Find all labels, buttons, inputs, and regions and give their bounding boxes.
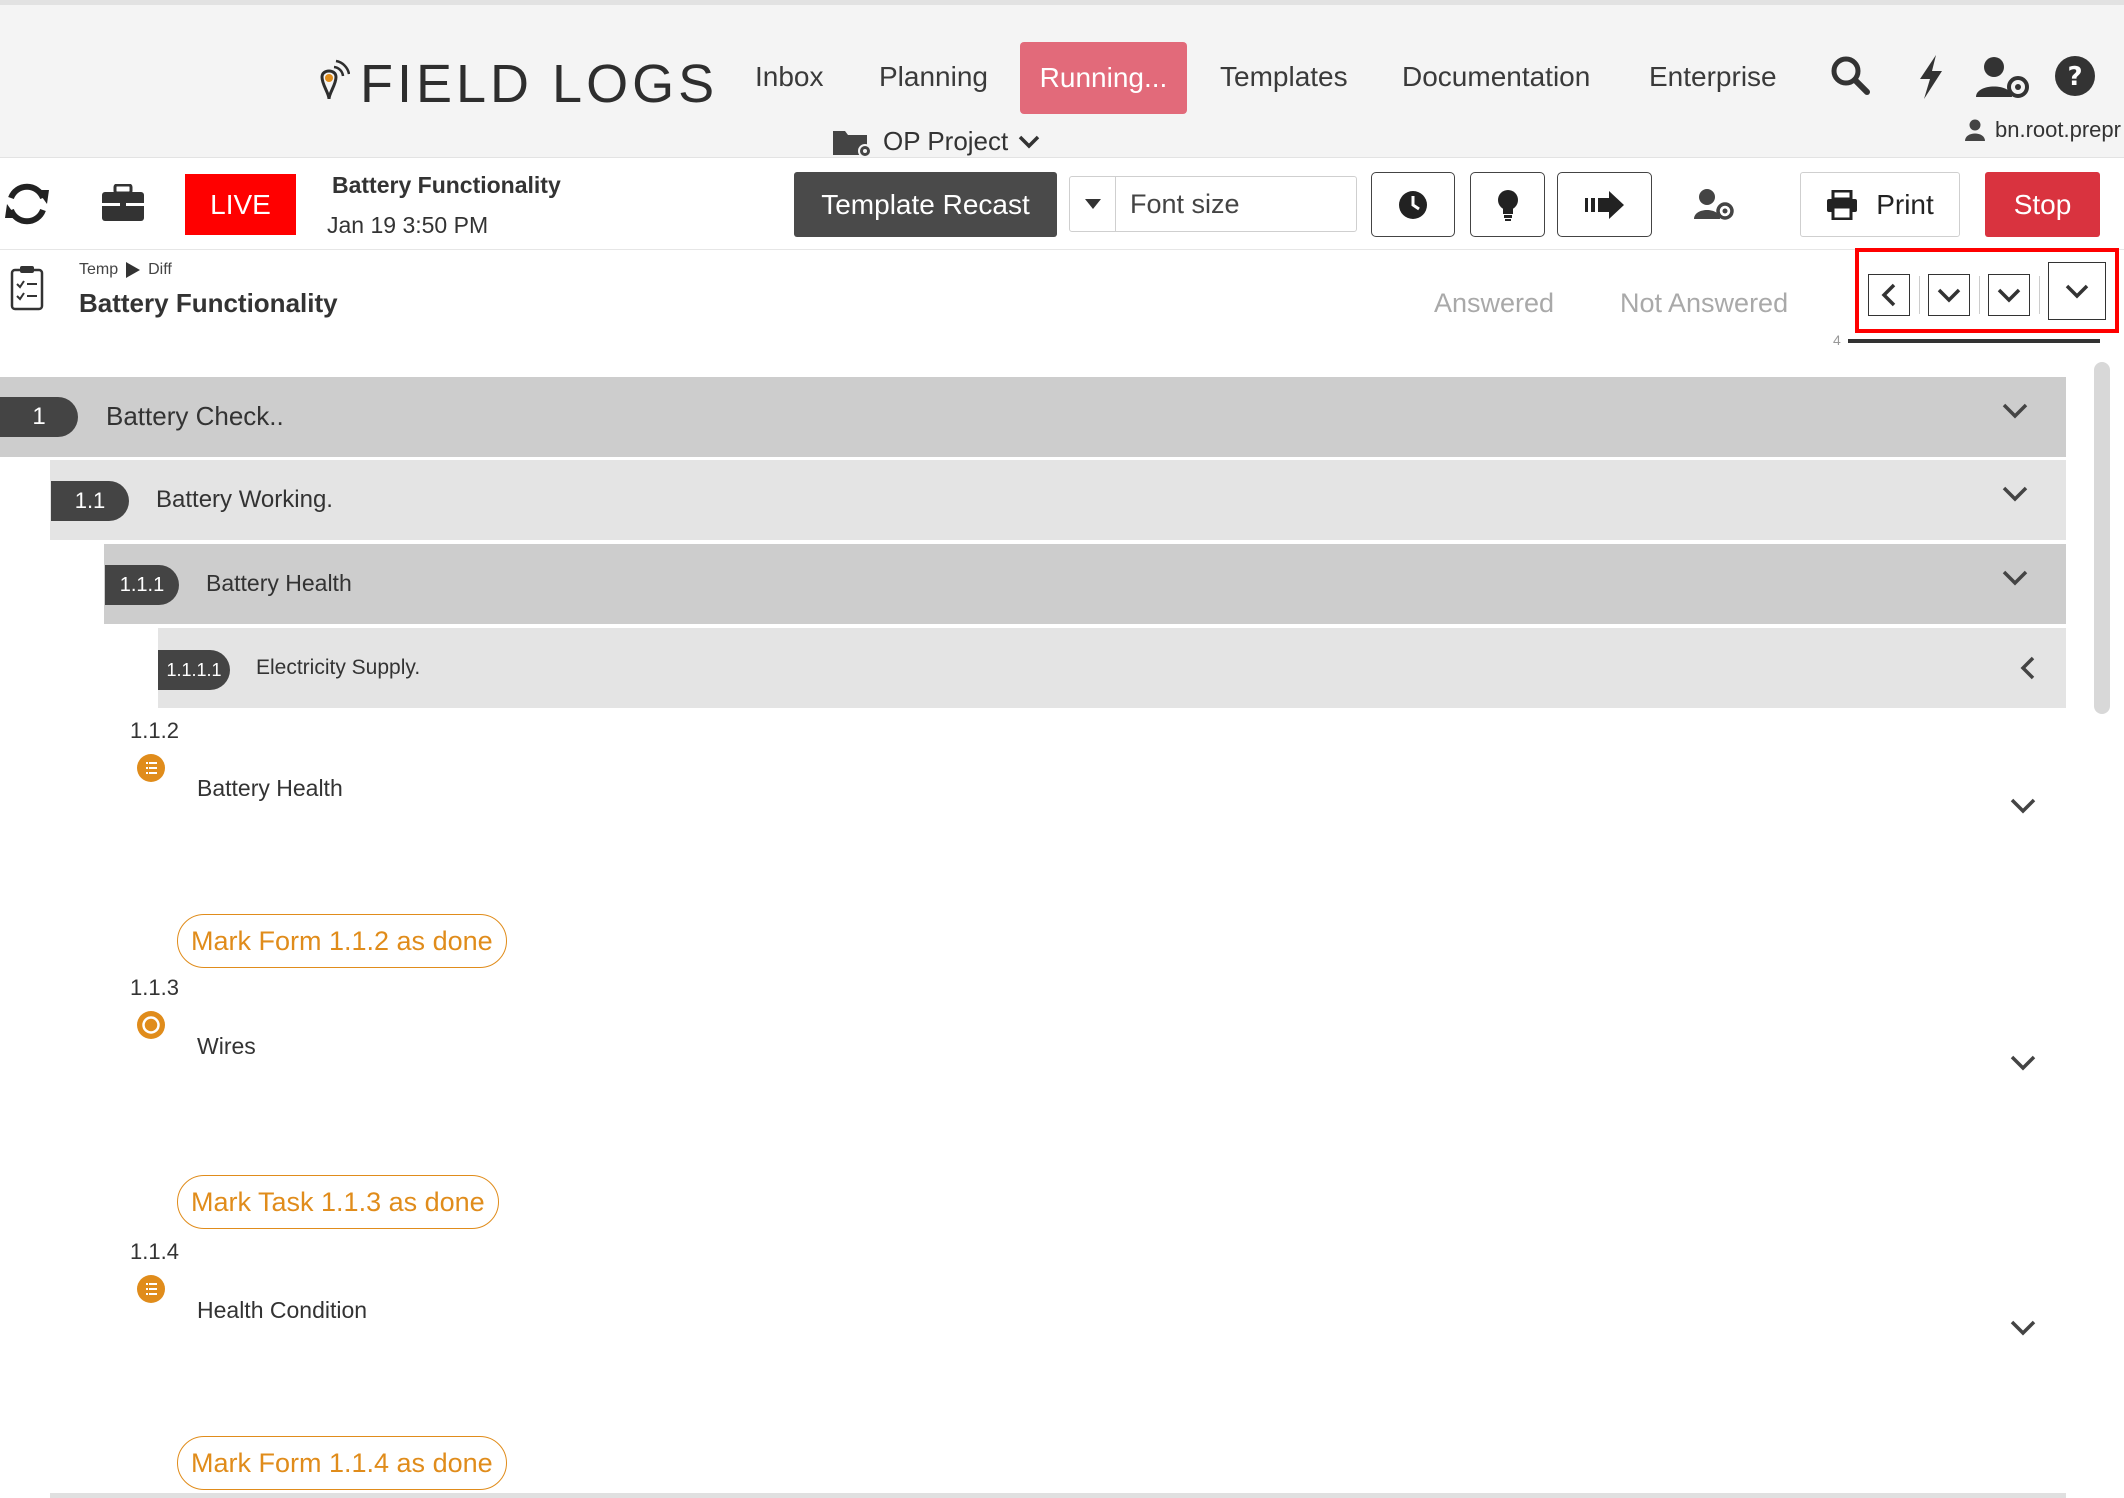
history-button[interactable] — [1371, 172, 1455, 237]
form-list-icon — [137, 754, 165, 782]
filter-answered[interactable]: Answered — [1434, 288, 1554, 319]
briefcase-icon[interactable] — [101, 184, 145, 222]
clock-icon — [1398, 190, 1428, 220]
document-title: Battery Functionality — [332, 172, 561, 198]
document-date: Jan 19 3:50 PM — [327, 212, 489, 238]
chevron-down-icon[interactable] — [2002, 403, 2028, 419]
hint-button[interactable] — [1470, 172, 1545, 237]
section-label: Battery Check.. — [106, 401, 284, 431]
filter-not-answered[interactable]: Not Answered — [1620, 288, 1788, 319]
document-toolbar: LIVE Battery Functionality Jan 19 3:50 P… — [0, 158, 2124, 250]
breadcrumb: Temp Diff — [79, 261, 172, 279]
expand-level-button[interactable] — [1988, 274, 2030, 316]
section-row[interactable]: 1 Battery Check.. — [0, 377, 2066, 457]
chevron-down-icon[interactable] — [2010, 1320, 2036, 1336]
assign-user-icon[interactable] — [1694, 188, 1734, 220]
nav-templates[interactable]: Templates — [1220, 61, 1348, 93]
breadcrumb-item[interactable]: Diff — [148, 261, 172, 279]
brand-name: FIELD LOGS — [360, 54, 719, 114]
top-navigation-bar: FIELD LOGS Inbox Planning Running... Tem… — [0, 0, 2124, 158]
nav-enterprise[interactable]: Enterprise — [1649, 61, 1777, 93]
search-icon[interactable] — [1830, 55, 1870, 95]
nav-documentation[interactable]: Documentation — [1402, 61, 1590, 93]
arrow-right-icon — [1584, 190, 1625, 219]
brand-logo[interactable]: FIELD LOGS — [310, 53, 718, 115]
live-badge: LIVE — [185, 174, 296, 235]
checklist-icon — [10, 265, 44, 311]
item-label: Wires — [197, 1033, 256, 1059]
mark-form-done-button[interactable]: Mark Form 1.1.4 as done — [177, 1436, 507, 1490]
mark-form-done-button[interactable]: Mark Form 1.1.2 as done — [177, 914, 507, 968]
section-number-badge: 1.1 — [51, 481, 129, 521]
collapse-left-button[interactable] — [1868, 274, 1910, 316]
separator — [1919, 276, 1920, 314]
project-name: OP Project — [883, 126, 1009, 156]
user-settings-icon[interactable] — [1976, 55, 2030, 99]
template-recast-button[interactable]: Template Recast — [794, 172, 1057, 237]
stop-button[interactable]: Stop — [1985, 172, 2100, 237]
item-number: 1.1.2 — [130, 718, 179, 743]
chevron-down-icon — [1018, 135, 1040, 149]
section-row[interactable]: 1.1.1 Battery Health — [104, 544, 2066, 624]
chevron-down-icon[interactable] — [2010, 1055, 2036, 1071]
section-label: Electricity Supply. — [256, 656, 421, 679]
print-label: Print — [1876, 188, 1934, 220]
item-number: 1.1.4 — [130, 1239, 179, 1264]
progress-count: 4 — [1833, 332, 1841, 348]
folder-settings-icon — [833, 127, 873, 157]
form-list-icon — [137, 1275, 165, 1303]
nav-inbox[interactable]: Inbox — [755, 61, 824, 93]
refresh-icon[interactable] — [3, 180, 51, 228]
collapse-controls — [1855, 248, 2119, 333]
font-size-label: Font size — [1130, 188, 1240, 219]
chevron-left-icon[interactable] — [2020, 656, 2036, 680]
lightning-icon[interactable] — [1916, 55, 1946, 99]
caret-down-icon[interactable] — [1070, 177, 1116, 231]
chevron-left-icon — [1881, 283, 1897, 307]
chevron-down-icon — [1937, 287, 1961, 303]
separator — [1979, 276, 1980, 314]
section-number-badge: 1.1.1.1 — [158, 650, 230, 690]
help-icon[interactable]: ? — [2054, 55, 2096, 97]
progress-bar — [1848, 339, 2100, 343]
section-label: Battery Working. — [156, 486, 333, 513]
location-pin-icon — [310, 59, 350, 109]
username: bn.root.prepr — [1995, 117, 2121, 142]
forward-button[interactable] — [1557, 172, 1652, 237]
project-selector[interactable]: OP Project — [833, 126, 1040, 157]
nav-planning[interactable]: Planning — [879, 61, 988, 93]
divider — [50, 1493, 2066, 1498]
section-number-badge: 1 — [0, 397, 78, 437]
nav-running[interactable]: Running... — [1020, 42, 1187, 114]
vertical-scrollbar[interactable] — [2094, 362, 2110, 714]
mark-task-done-button[interactable]: Mark Task 1.1.3 as done — [177, 1175, 499, 1229]
separator — [2039, 276, 2040, 314]
chevron-down-icon[interactable] — [2002, 486, 2028, 502]
print-button[interactable]: Print — [1800, 172, 1960, 237]
section-title: Battery Functionality — [79, 288, 338, 318]
section-row[interactable]: 1.1 Battery Working. — [50, 460, 2066, 540]
breadcrumb-item[interactable]: Temp — [79, 261, 118, 279]
task-circle-icon — [137, 1011, 165, 1039]
user-icon — [1965, 119, 1985, 141]
printer-icon — [1826, 189, 1858, 220]
chevron-down-icon[interactable] — [2002, 570, 2028, 586]
item-label: Battery Health — [197, 775, 343, 801]
svg-text:?: ? — [2067, 62, 2082, 92]
item-number: 1.1.3 — [130, 975, 179, 1000]
chevron-down-icon — [2065, 283, 2089, 299]
chevron-down-icon[interactable] — [2010, 798, 2036, 814]
lightbulb-icon — [1497, 189, 1519, 221]
expand-all-button[interactable] — [2048, 262, 2106, 320]
play-separator-icon — [126, 262, 141, 278]
expand-level-button[interactable] — [1928, 274, 1970, 316]
section-row[interactable]: 1.1.1.1 Electricity Supply. — [158, 628, 2066, 708]
section-number-badge: 1.1.1 — [105, 565, 179, 605]
chevron-down-icon — [1997, 287, 2021, 303]
item-label: Health Condition — [197, 1297, 368, 1323]
section-label: Battery Health — [206, 570, 352, 596]
user-menu[interactable]: bn.root.prepr — [1965, 117, 2121, 143]
font-size-select[interactable]: Font size — [1069, 176, 1357, 232]
